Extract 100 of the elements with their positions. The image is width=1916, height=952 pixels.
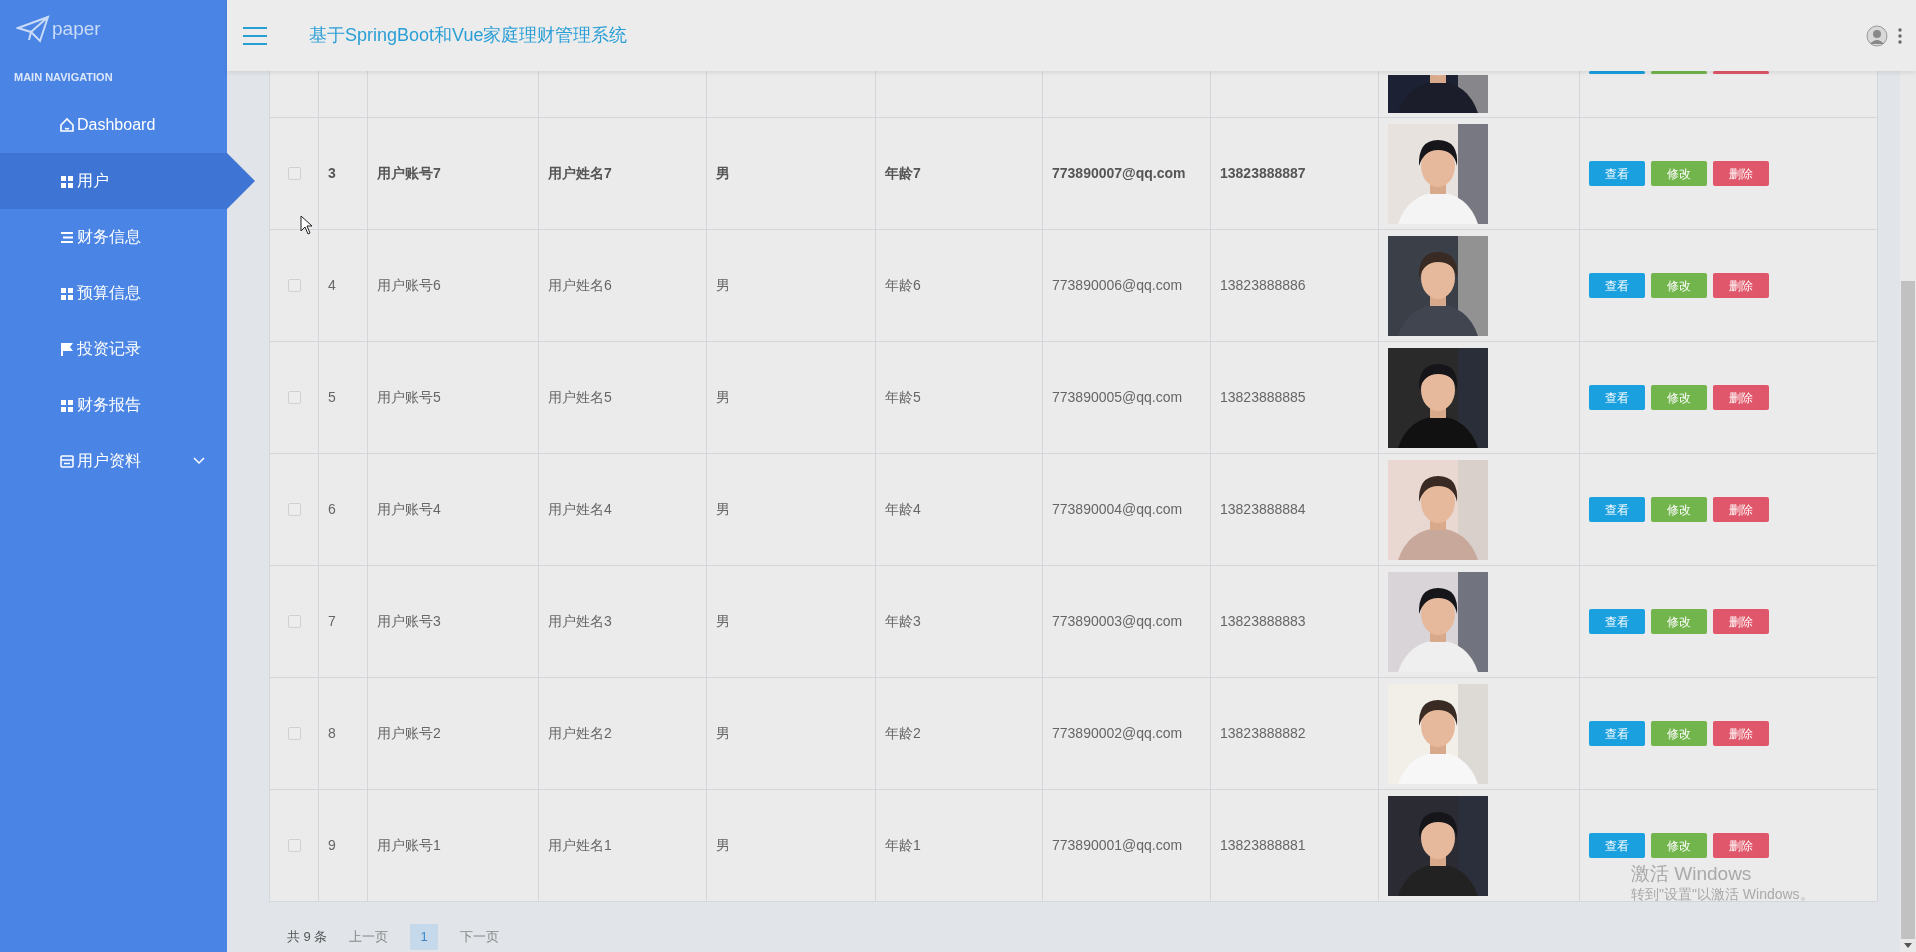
row-number: 8 [328, 724, 336, 743]
nav-item[interactable]: 预算信息 [0, 265, 227, 321]
gender-cell-text: 男 [716, 164, 730, 183]
edit-button[interactable]: 修改 [1651, 497, 1707, 522]
age-cell-text: 年龄2 [885, 724, 921, 743]
delete-button[interactable]: 删除 [1713, 273, 1769, 298]
view-button[interactable]: 查看 [1589, 497, 1645, 522]
account-cell-text: 用户账号5 [377, 388, 441, 407]
view-button[interactable]: 查看 [1589, 609, 1645, 634]
cursor-icon [300, 215, 313, 235]
name-cell-text: 用户姓名6 [548, 276, 612, 295]
table-row[interactable]: 3 用户账号7 用户姓名7 男 年龄7 773890007@qq.com 13823888887 查看 修改 删除 [270, 117, 1877, 229]
view-button[interactable]: 查看 [1589, 385, 1645, 410]
delete-button[interactable]: 删除 [1713, 497, 1769, 522]
name-cell-text: 用户姓名3 [548, 612, 612, 631]
phone-cell-text: 13823888881 [1220, 836, 1306, 855]
name-cell-text: 用户姓名4 [548, 500, 612, 519]
row-number: 5 [328, 388, 336, 407]
avatar-icon[interactable] [1866, 24, 1888, 47]
account-cell-text: 用户账号2 [377, 724, 441, 743]
delete-button[interactable]: 删除 [1713, 721, 1769, 746]
account-cell-text: 用户账号6 [377, 276, 441, 295]
phone-cell-text: 13823888887 [1220, 164, 1306, 183]
phone-cell-text: 13823888884 [1220, 500, 1306, 519]
edit-button[interactable]: 修改 [1651, 385, 1707, 410]
nav-item[interactable]: 用户资料 [0, 433, 227, 489]
scrollbar-thumb[interactable] [1901, 281, 1915, 939]
table-row[interactable]: 4 用户账号6 用户姓名6 男 年龄6 773890006@qq.com 13823888886 查看 修改 删除 [270, 229, 1877, 341]
email-cell-text: 773890005@qq.com [1052, 388, 1183, 407]
view-button[interactable]: 查看 [1589, 721, 1645, 746]
edit-button[interactable]: 修改 [1651, 833, 1707, 858]
gender-cell-text: 男 [716, 500, 730, 519]
gender-cell-text: 男 [716, 724, 730, 743]
account-cell-text: 用户账号4 [377, 500, 441, 519]
checkbox[interactable] [287, 391, 301, 404]
edit-button[interactable]: 修改 [1651, 273, 1707, 298]
email-cell-text: 773890006@qq.com [1052, 276, 1183, 295]
age-cell-text: 年龄3 [885, 612, 921, 631]
edit-button[interactable]: 修改 [1651, 609, 1707, 634]
activation-text: 转到"设置"以激活 Windows。 [1631, 885, 1814, 904]
edit-button[interactable]: 修改 [1651, 721, 1707, 746]
table-row[interactable]: 6 用户账号4 用户姓名4 男 年龄4 773890004@qq.com 13823888884 查看 修改 删除 [270, 453, 1877, 565]
nav-item[interactable]: Dashboard [0, 97, 227, 153]
account-cell-text: 用户账号1 [377, 836, 441, 855]
logo-text: paper [52, 16, 101, 41]
age-cell-text: 年龄5 [885, 388, 921, 407]
checkbox[interactable] [287, 503, 301, 516]
nav-item[interactable]: 财务信息 [0, 209, 227, 265]
name-cell-text: 用户姓名7 [548, 164, 612, 183]
email-cell-text: 773890001@qq.com [1052, 836, 1183, 855]
flag-icon [59, 341, 75, 357]
table-row[interactable]: 7 用户账号3 用户姓名3 男 年龄3 773890003@qq.com 13823888883 查看 修改 删除 [270, 565, 1877, 677]
delete-button[interactable] [1713, 71, 1769, 74]
row-number: 6 [328, 500, 336, 519]
delete-button[interactable]: 删除 [1713, 161, 1769, 186]
grid-icon [59, 397, 75, 413]
phone-cell-text: 13823888886 [1220, 276, 1306, 295]
view-button[interactable]: 查看 [1589, 833, 1645, 858]
checkbox[interactable] [287, 167, 301, 180]
card-icon [59, 453, 75, 469]
age-cell-text: 年龄4 [885, 500, 921, 519]
delete-button[interactable]: 删除 [1713, 609, 1769, 634]
gender-cell-text: 男 [716, 612, 730, 631]
nav-item[interactable]: 投资记录 [0, 321, 227, 377]
view-button[interactable]: 查看 [1589, 273, 1645, 298]
page-button[interactable]: 1 [410, 924, 438, 950]
home-icon [59, 117, 75, 133]
nav-item[interactable]: 财务报告 [0, 377, 227, 433]
grid-icon [59, 173, 75, 189]
email-cell-text: 773890002@qq.com [1052, 724, 1183, 743]
row-number: 4 [328, 276, 336, 295]
checkbox[interactable] [287, 839, 301, 852]
page-title: 基于SpringBoot和Vue家庭理财管理系统 [309, 24, 628, 47]
age-cell-text: 年龄6 [885, 276, 921, 295]
delete-button[interactable]: 删除 [1713, 833, 1769, 858]
checkbox[interactable] [287, 727, 301, 740]
scrollbar[interactable] [1900, 71, 1916, 952]
row-number: 7 [328, 612, 336, 631]
paper-plane-icon [16, 15, 50, 43]
view-button[interactable] [1589, 71, 1645, 74]
edit-button[interactable] [1651, 71, 1707, 74]
list-icon [59, 229, 75, 245]
row-number: 9 [328, 836, 336, 855]
phone-cell-text: 13823888882 [1220, 724, 1306, 743]
email-cell-text: 773890004@qq.com [1052, 500, 1183, 519]
table-row[interactable]: 5 用户账号5 用户姓名5 男 年龄5 773890005@qq.com 13823888885 查看 修改 删除 [270, 341, 1877, 453]
scroll-down-icon[interactable] [1904, 943, 1912, 948]
edit-button[interactable]: 修改 [1651, 161, 1707, 186]
table-row[interactable]: 8 用户账号2 用户姓名2 男 年龄2 773890002@qq.com 13823888882 查看 修改 删除 [270, 677, 1877, 789]
phone-cell-text: 13823888885 [1220, 388, 1306, 407]
more-icon[interactable] [1898, 27, 1902, 44]
view-button[interactable]: 查看 [1589, 161, 1645, 186]
gender-cell-text: 男 [716, 836, 730, 855]
checkbox[interactable] [287, 615, 301, 628]
checkbox[interactable] [287, 279, 301, 292]
account-cell-text: 用户账号3 [377, 612, 441, 631]
menu-icon[interactable] [243, 26, 267, 45]
total-count: 共 9 条 [287, 928, 328, 946]
age-cell-text: 年龄7 [885, 164, 921, 183]
delete-button[interactable]: 删除 [1713, 385, 1769, 410]
